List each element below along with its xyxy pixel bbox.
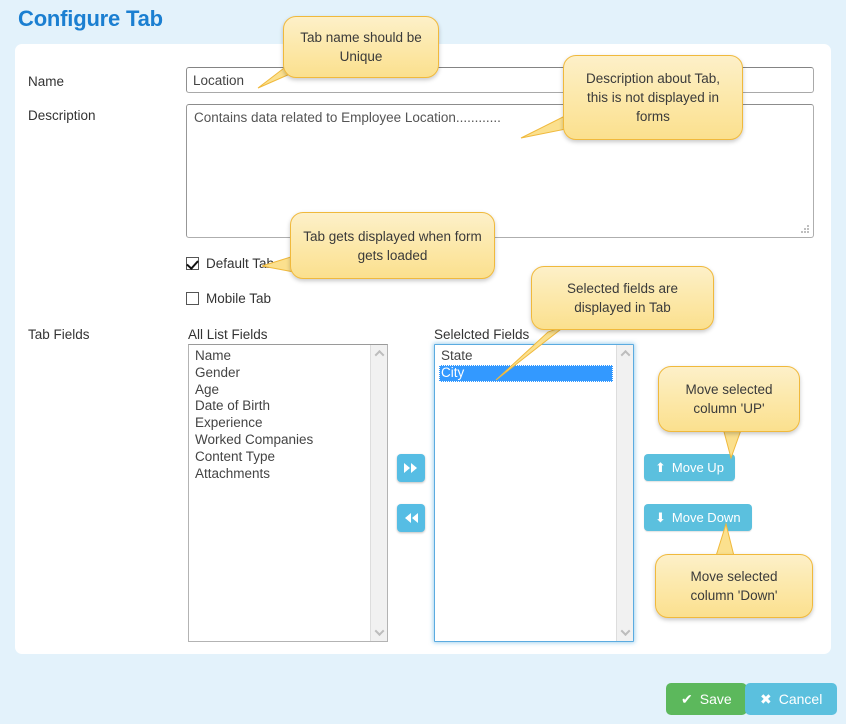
callout-tail-selected-fields: [490, 322, 570, 384]
configure-tab-page: Configure Tab Name Description Contains …: [0, 0, 846, 724]
selected-list-scrollbar[interactable]: [616, 345, 633, 641]
callout-move-down: Move selected column 'Down': [655, 554, 813, 618]
tab-fields-label: Tab Fields: [28, 327, 90, 342]
double-chevron-left-icon: [403, 512, 419, 524]
add-field-button[interactable]: [397, 454, 425, 482]
mobile-tab-checkbox[interactable]: [186, 292, 199, 305]
name-label: Name: [28, 74, 65, 89]
list-item[interactable]: Content Type: [193, 449, 370, 466]
scroll-down-icon[interactable]: [617, 624, 633, 641]
description-label: Description: [28, 108, 96, 123]
list-item[interactable]: Worked Companies: [193, 432, 370, 449]
save-button[interactable]: ✔ Save: [666, 683, 747, 715]
arrow-up-icon: ⬆: [655, 460, 666, 475]
mobile-tab-checkbox-row[interactable]: Mobile Tab: [186, 291, 271, 306]
all-list-fields-options[interactable]: Name Gender Age Date of Birth Experience Work…: [189, 345, 370, 641]
all-list-fields-listbox[interactable]: Name Gender Age Date of Birth Experience Work…: [188, 344, 388, 642]
save-label: Save: [699, 691, 732, 707]
check-icon: ✔: [681, 690, 693, 707]
list-item[interactable]: Date of Birth: [193, 398, 370, 415]
default-tab-checkbox[interactable]: [186, 257, 199, 270]
scroll-down-icon[interactable]: [371, 624, 387, 641]
list-item[interactable]: Age: [193, 382, 370, 399]
scroll-up-icon[interactable]: [371, 345, 387, 362]
mobile-tab-label: Mobile Tab: [206, 291, 272, 306]
scroll-up-icon[interactable]: [617, 345, 633, 362]
page-title: Configure Tab: [18, 6, 163, 31]
callout-move-up: Move selected column 'UP': [658, 366, 800, 432]
list-item[interactable]: Attachments: [193, 466, 370, 483]
all-list-fields-caption: All List Fields: [188, 327, 268, 342]
list-item[interactable]: Experience: [193, 415, 370, 432]
callout-selected-fields: Selected fields are displayed in Tab: [531, 266, 714, 330]
callout-default-tab: Tab gets displayed when form gets loaded: [290, 212, 495, 279]
list-item[interactable]: Gender: [193, 365, 370, 382]
cancel-label: Cancel: [778, 691, 823, 707]
double-chevron-right-icon: [403, 462, 419, 474]
callout-name: Tab name should be Unique: [283, 16, 439, 78]
selected-fields-listbox[interactable]: State City: [434, 344, 634, 642]
selected-fields-options[interactable]: State City: [435, 345, 616, 641]
close-x-icon: ✖: [760, 690, 772, 707]
all-list-scrollbar[interactable]: [370, 345, 387, 641]
cancel-button[interactable]: ✖ Cancel: [745, 683, 838, 715]
list-item[interactable]: Name: [193, 348, 370, 365]
arrow-down-icon: ⬇: [655, 510, 666, 525]
remove-field-button[interactable]: [397, 504, 425, 532]
callout-description: Description about Tab, this is not displ…: [563, 55, 743, 140]
